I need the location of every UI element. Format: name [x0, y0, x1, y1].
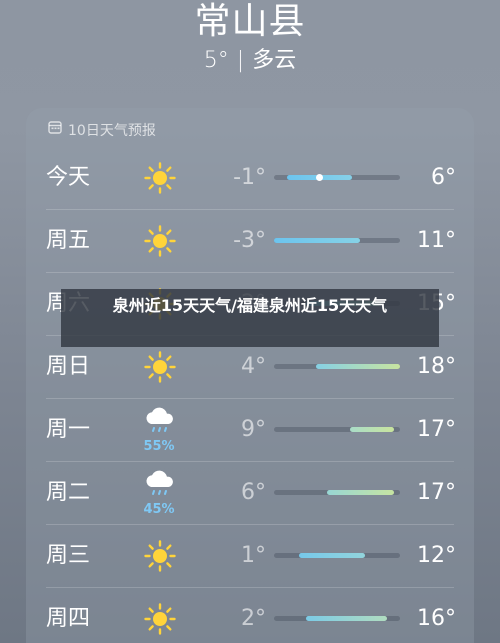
temperature-range-bar — [274, 616, 400, 621]
sun-icon — [142, 601, 178, 637]
precipitation-chance: 55% — [143, 439, 175, 454]
forecast-row[interactable]: 周五 -3° 11° — [26, 209, 474, 272]
forecast-day-label: 今天 — [46, 165, 91, 190]
forecast-card-header: 10日天气预报 — [48, 120, 156, 142]
sun-icon — [142, 538, 178, 574]
temperature-range-bar — [274, 490, 400, 495]
overlay-banner-text: 泉州近15天天气/福建泉州近15天天气 — [112, 296, 388, 315]
low-temperature: 1° — [241, 543, 266, 568]
temperature-range-fill — [315, 364, 400, 369]
forecast-day-label: 周五 — [46, 228, 91, 253]
temperature-range-fill — [299, 553, 365, 558]
temperature-range-bar — [274, 174, 400, 181]
high-temperature: 12° — [417, 543, 456, 568]
forecast-row[interactable]: 周二 45% 6° 17° — [26, 461, 474, 524]
temperature-range-bar — [274, 238, 400, 243]
sun-icon — [142, 349, 178, 385]
city-name: 常山县 — [194, 1, 306, 42]
forecast-day-label: 周二 — [46, 480, 91, 505]
forecast-row[interactable]: 周四 2° 16° — [26, 587, 474, 643]
sun-icon — [142, 160, 178, 196]
rain-cloud-icon — [142, 467, 178, 503]
low-temperature: -3° — [233, 228, 266, 253]
current-conditions: 5° | 多云 — [0, 46, 500, 76]
current-temperature-dot — [315, 174, 323, 181]
temperature-range-fill — [305, 616, 388, 621]
forecast-card-title: 10日天气预报 — [68, 123, 156, 139]
sun-icon — [142, 223, 178, 259]
temperature-range-bar — [274, 427, 400, 432]
forecast-day-label: 周四 — [46, 606, 91, 631]
high-temperature: 11° — [417, 228, 456, 253]
temperature-range-bar — [274, 553, 400, 558]
temperature-range-bar — [274, 364, 400, 369]
forecast-row[interactable]: 周三 1° 12° — [26, 524, 474, 587]
forecast-row[interactable]: 今天 -1° 6° — [26, 146, 474, 209]
rain-cloud-icon — [142, 404, 178, 440]
high-temperature: 17° — [417, 480, 456, 505]
separator: | — [236, 48, 245, 73]
calendar-icon — [48, 119, 62, 141]
high-temperature: 16° — [417, 606, 456, 631]
location-header: 常山县 5° | 多云 — [0, 0, 500, 90]
temperature-range-fill — [349, 427, 394, 432]
low-temperature: 6° — [241, 480, 266, 505]
temperature-range-fill — [326, 490, 394, 495]
overlay-banner: 泉州近15天天气/福建泉州近15天天气 — [61, 289, 439, 347]
low-temperature: 2° — [241, 606, 266, 631]
forecast-day-label: 周三 — [46, 543, 91, 568]
current-temperature: 5° — [203, 48, 229, 73]
forecast-card[interactable]: 10日天气预报 今天-1°6°周五-3°11°周六2°15°周日4°18°周一5… — [26, 108, 474, 643]
low-temperature: -1° — [233, 165, 266, 190]
low-temperature: 9° — [241, 417, 266, 442]
forecast-day-label: 周一 — [46, 417, 91, 442]
forecast-row[interactable]: 周一 55% 9° 17° — [26, 398, 474, 461]
high-temperature: 6° — [431, 165, 456, 190]
high-temperature: 17° — [417, 417, 456, 442]
precipitation-chance: 45% — [143, 502, 175, 517]
current-condition: 多云 — [252, 48, 297, 73]
temperature-range-fill — [274, 238, 360, 243]
